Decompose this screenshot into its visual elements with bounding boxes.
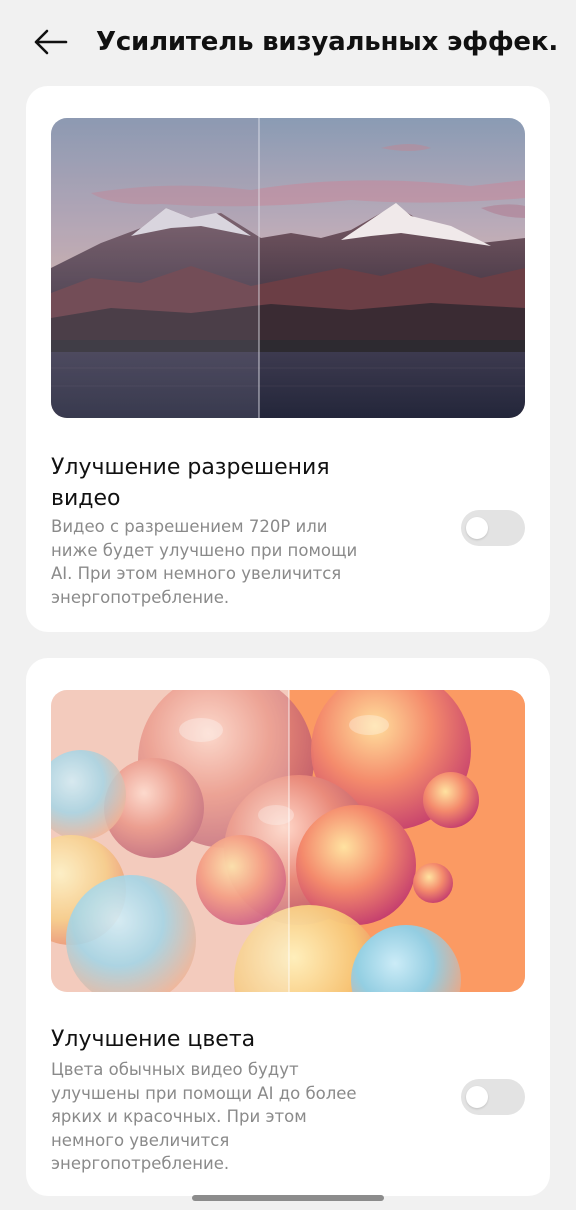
toggle-knob	[466, 1086, 488, 1108]
arrow-left-icon	[34, 29, 68, 55]
resolution-enhancement-toggle[interactable]	[461, 510, 525, 546]
page-title: Усилитель визуальных эффек...	[96, 27, 556, 57]
back-button[interactable]	[30, 22, 70, 62]
feature-description: Цвета обычных видео будут улучшены при п…	[51, 1060, 357, 1173]
toggle-knob	[466, 517, 488, 539]
color-enhancement-toggle[interactable]	[461, 1079, 525, 1115]
color-preview-image	[51, 690, 525, 992]
feature-title: Улучшение разрешения видео	[51, 455, 330, 511]
home-indicator[interactable]	[192, 1195, 384, 1201]
feature-description: Видео с разрешением 720P или ниже будет …	[51, 517, 358, 607]
top-bar: Усилитель визуальных эффек...	[0, 0, 576, 84]
color-enhancement-card: Улучшение цвета Цвета обычных видео буду…	[26, 658, 550, 1196]
resolution-preview-image	[51, 118, 525, 418]
resolution-enhancement-card: Улучшение разрешения видео Видео с разре…	[26, 86, 550, 632]
feature-title: Улучшение цвета	[51, 1027, 256, 1052]
